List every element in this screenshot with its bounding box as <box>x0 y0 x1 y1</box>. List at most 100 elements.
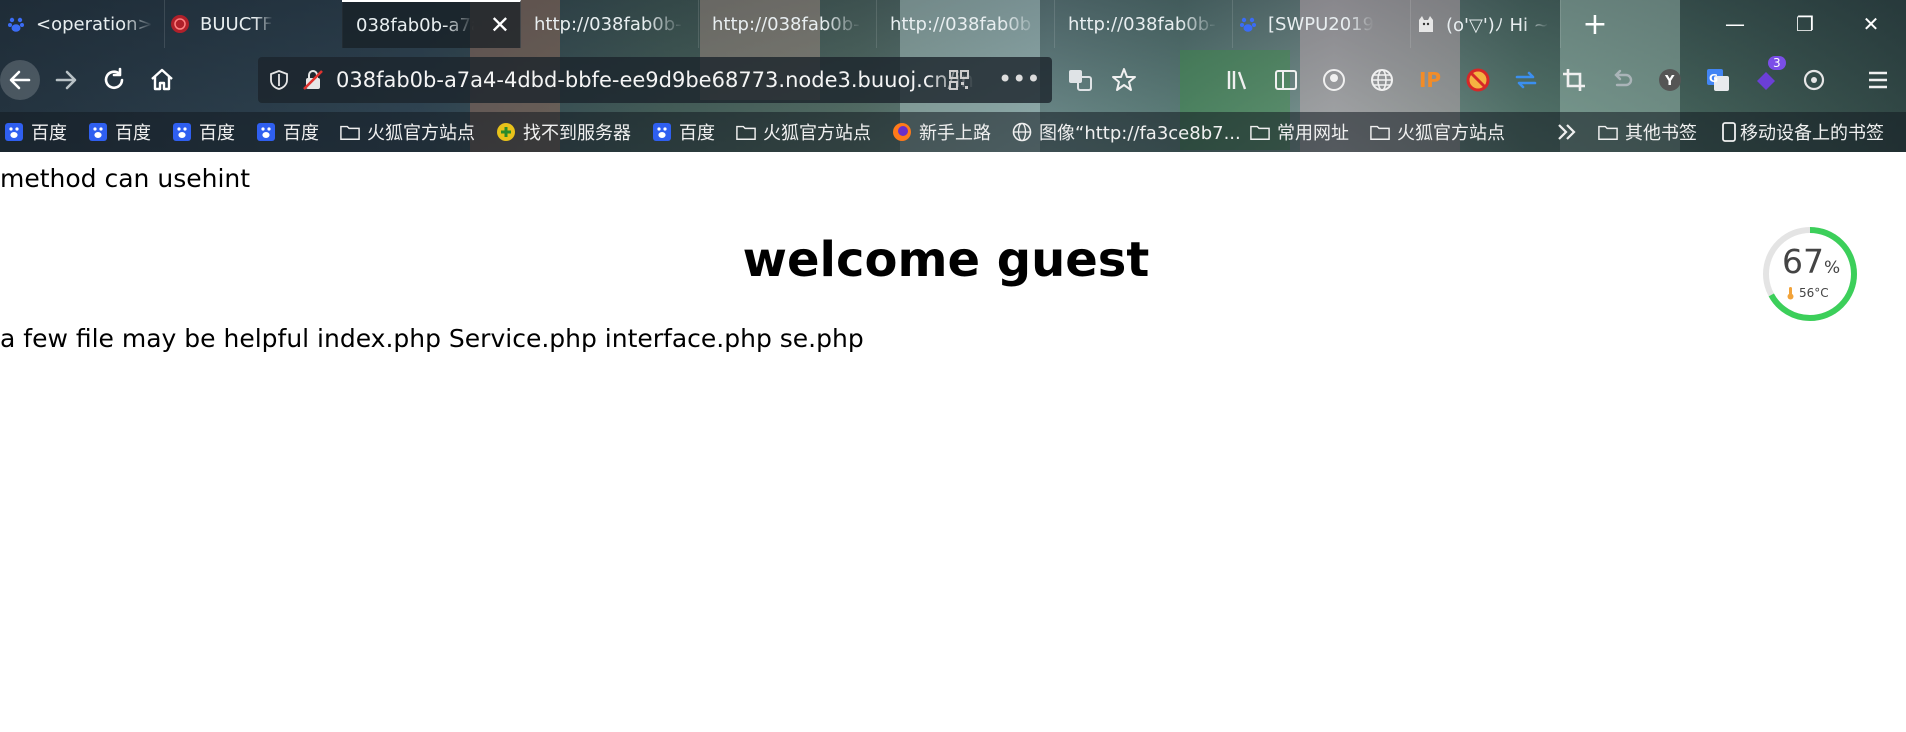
minimize-button[interactable]: — <box>1700 0 1770 48</box>
home-icon <box>151 68 173 91</box>
menu-icon[interactable] <box>1862 64 1894 96</box>
baidu-paw-icon <box>88 122 108 142</box>
sync-icon[interactable] <box>1510 64 1542 96</box>
bookmark-label: 新手上路 <box>919 123 991 144</box>
folder-icon <box>340 122 360 142</box>
tab-label: (o'▽')ﾉ Hi ~ <box>1446 15 1549 36</box>
page-actions-icon[interactable]: ••• <box>998 65 1040 93</box>
back-arrow-icon <box>9 70 31 90</box>
restore-button[interactable]: ❐ <box>1770 0 1840 48</box>
performance-gauge-widget[interactable]: 67% 56°C <box>1760 224 1860 324</box>
account-icon[interactable] <box>1318 64 1350 96</box>
yandex-icon[interactable]: Y <box>1654 64 1686 96</box>
baidu-paw-icon <box>4 122 24 142</box>
tab-operation[interactable]: <operation> <box>0 0 165 48</box>
baidu-paw-icon <box>172 122 192 142</box>
bookmark-item[interactable]: 新手上路 <box>892 118 991 146</box>
ip-icon[interactable]: IP <box>1414 64 1446 96</box>
bookmark-folder[interactable]: 火狐官方站点 <box>340 118 475 146</box>
bookmark-label: 百度 <box>31 123 67 144</box>
google-translate-icon[interactable]: G <box>1702 64 1734 96</box>
shield-icon[interactable] <box>268 69 290 91</box>
bookmark-item[interactable]: 百度 <box>172 118 235 146</box>
sidebar-icon[interactable] <box>1270 64 1302 96</box>
block-icon[interactable] <box>1462 64 1494 96</box>
bookmark-folder[interactable]: 火狐官方站点 <box>1370 118 1505 146</box>
bookmark-item[interactable]: 百度 <box>652 118 715 146</box>
new-tab-button[interactable]: + <box>1570 0 1620 48</box>
tab-challenge-url[interactable]: http://038fab0b- <box>1054 0 1233 48</box>
tab-label: 038fab0b-a7a <box>356 14 474 36</box>
svg-text:Y: Y <box>1664 74 1675 89</box>
bookmark-label: 常用网址 <box>1277 123 1349 144</box>
bookmark-label: 移动设备上的书签 <box>1740 123 1884 144</box>
extension-icon[interactable]: 3 <box>1750 56 1786 96</box>
tab-challenge-url[interactable]: http://038fab0b <box>876 0 1055 48</box>
tab-swpu2019[interactable]: [SWPU2019 <box>1232 0 1411 48</box>
address-bar[interactable]: 038fab0b-a7a4-4dbd-bbfe-ee9d9be68773.nod… <box>258 57 1052 103</box>
bookmark-label: 百度 <box>679 123 715 144</box>
undo-icon[interactable] <box>1606 64 1638 96</box>
translate-icon[interactable] <box>1064 64 1096 96</box>
folder-icon <box>1250 122 1270 142</box>
bookmark-label: 火狐官方站点 <box>763 123 871 144</box>
reload-button[interactable] <box>94 60 134 100</box>
bookmark-item[interactable]: 找不到服务器 <box>496 118 631 146</box>
gauge-percent: 67 <box>1782 242 1824 281</box>
insecure-lock-icon[interactable] <box>302 69 324 91</box>
bookmark-folder-other[interactable]: 其他书签 <box>1598 118 1697 146</box>
bookmarks-overflow-button[interactable] <box>1556 118 1578 146</box>
folder-icon <box>1598 122 1618 142</box>
tab-label: [SWPU2019 <box>1268 13 1375 35</box>
close-tab-icon[interactable]: ✕ <box>490 11 510 39</box>
qr-code-icon[interactable] <box>948 69 970 91</box>
tab-active-challenge[interactable]: 038fab0b-a7a ✕ <box>342 0 521 48</box>
bookmark-label: 百度 <box>283 123 319 144</box>
globe-icon <box>1012 122 1032 142</box>
forward-button[interactable] <box>46 60 86 100</box>
close-window-button[interactable]: ✕ <box>1836 0 1906 48</box>
browser-chrome: <operation> BUUCTF 038fab0b-a7a ✕ http:/… <box>0 0 1906 152</box>
bookmarks-toolbar: 百度 百度 百度 百度 火狐官方站点 找不到服务器 百度 火狐官方站点 新手上路… <box>0 112 1906 152</box>
bookmark-folder-mobile[interactable]: 移动设备上的书签 <box>1722 118 1884 146</box>
tab-buuctf[interactable]: BUUCTF <box>164 0 343 48</box>
bookmark-item[interactable]: 百度 <box>4 118 67 146</box>
baidu-paw-icon <box>1238 14 1258 34</box>
bookmark-label: 百度 <box>115 123 151 144</box>
temperature-readout: 56°C <box>1786 286 1829 300</box>
tab-label: http://038fab0b <box>890 13 1032 35</box>
bookmark-folder[interactable]: 常用网址 <box>1250 118 1349 146</box>
tab-strip: <operation> BUUCTF 038fab0b-a7a ✕ http:/… <box>0 0 1906 48</box>
tab-label: http://038fab0b- <box>712 13 860 35</box>
bookmark-label: 其他书签 <box>1625 123 1697 144</box>
bookmark-folder[interactable]: 火狐官方站点 <box>736 118 871 146</box>
globe-network-icon[interactable] <box>1366 64 1398 96</box>
crop-icon[interactable] <box>1558 64 1590 96</box>
thermometer-icon <box>1786 286 1795 300</box>
bookmark-item[interactable]: 百度 <box>256 118 319 146</box>
bookmark-item[interactable]: 百度 <box>88 118 151 146</box>
baidu-paw-icon <box>652 122 672 142</box>
page-content: method can usehint welcome guest a few f… <box>0 152 1906 732</box>
bookmark-item[interactable]: 图像“http://fa3ce8b7... <box>1012 118 1241 146</box>
bookmark-star-icon[interactable] <box>1108 64 1140 96</box>
forward-arrow-icon <box>55 70 77 90</box>
home-button[interactable] <box>142 60 182 100</box>
settings-gear-icon[interactable] <box>1798 64 1830 96</box>
tab-label: BUUCTF <box>200 13 273 35</box>
temperature-value: 56°C <box>1799 286 1829 300</box>
svg-text:G: G <box>1709 72 1718 85</box>
back-button[interactable] <box>0 60 40 100</box>
url-text[interactable]: 038fab0b-a7a4-4dbd-bbfe-ee9d9be68773.nod… <box>336 68 976 92</box>
chevron-double-right-icon <box>1556 122 1578 142</box>
tab-challenge-url[interactable]: http://038fab0b- <box>698 0 877 48</box>
library-icon[interactable] <box>1222 64 1254 96</box>
hint-text: method can usehint <box>0 164 251 193</box>
folder-icon <box>736 122 756 142</box>
cat-icon <box>1416 14 1436 34</box>
tab-hi[interactable]: (o'▽')ﾉ Hi ~ <box>1410 0 1561 48</box>
gauge-unit: % <box>1824 258 1841 278</box>
tab-challenge-url[interactable]: http://038fab0b- <box>520 0 699 48</box>
bookmark-label: 火狐官方站点 <box>367 123 475 144</box>
baidu-paw-icon <box>256 122 276 142</box>
